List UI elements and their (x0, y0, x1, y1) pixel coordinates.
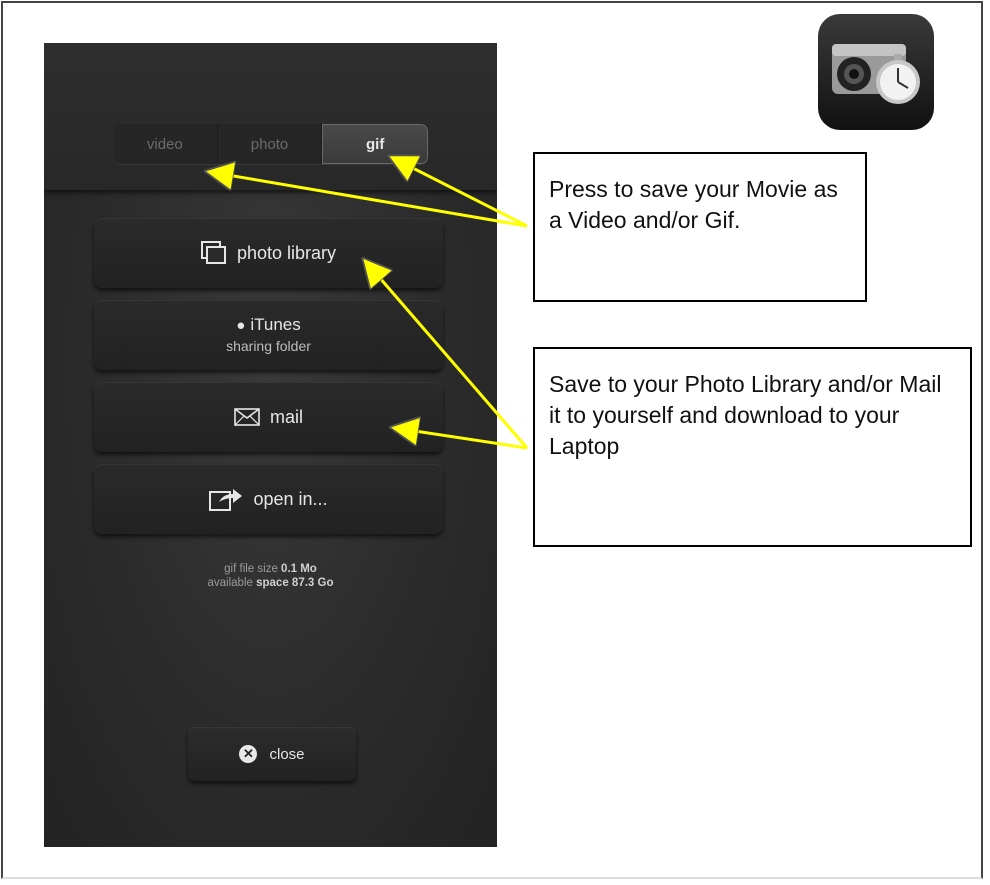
arrow-to-mail (395, 428, 528, 450)
annotation-arrows (0, 0, 529, 450)
arrow-to-video-tab (210, 172, 528, 228)
arrow-to-photo-library (366, 262, 529, 449)
